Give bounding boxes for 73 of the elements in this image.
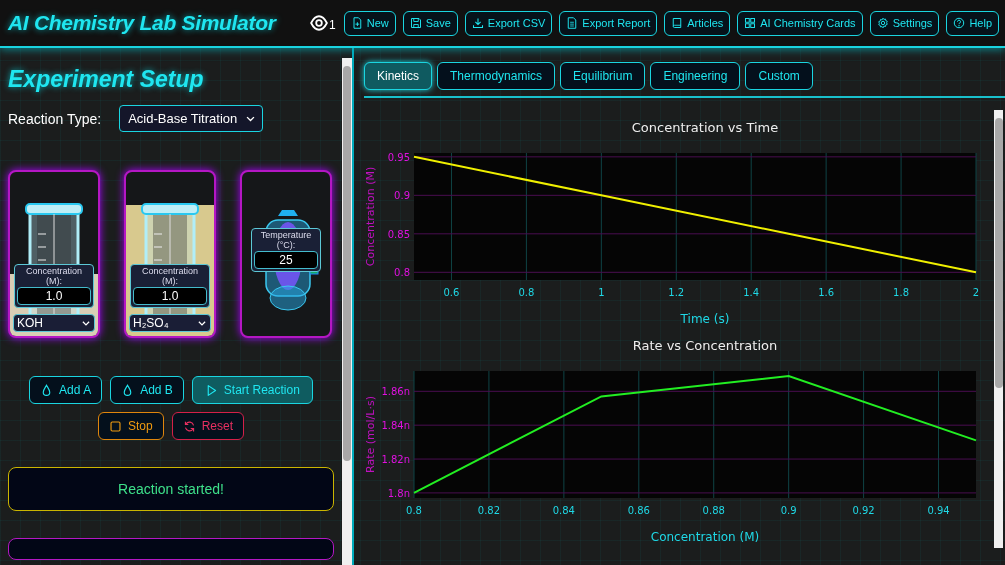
start-button[interactable]: Start Reaction	[191, 376, 313, 404]
app-title: AI Chemistry Lab Simulator	[8, 11, 278, 35]
chevron-down-icon	[197, 318, 207, 328]
x-tick-label: 1.6	[818, 287, 835, 298]
y-tick-label: 0.95	[387, 151, 410, 163]
x-tick-label: 2	[972, 287, 980, 298]
articles-button[interactable]: Articles	[664, 10, 731, 36]
book-icon	[671, 17, 684, 29]
x-tick-label: 1	[598, 287, 605, 298]
y-tick-label: 1.84n	[381, 420, 410, 432]
y-tick-label: 1.8n	[387, 487, 410, 499]
document-icon	[566, 17, 579, 29]
chevron-down-icon	[81, 318, 91, 328]
x-tick-label: 0.88	[702, 505, 725, 516]
file-plus-icon	[350, 17, 363, 29]
concentration-field[interactable]: Concentration (M): 1.0	[14, 264, 94, 308]
square-icon	[108, 419, 122, 433]
y-tick-label: 0.8	[394, 267, 410, 279]
y-tick-label: 0.85	[387, 228, 410, 240]
new-button[interactable]: New	[343, 10, 396, 36]
export-report-button[interactable]: Export Report	[559, 10, 658, 36]
help-button[interactable]: Help	[946, 10, 999, 36]
reagent-select[interactable]: H₂SO₄	[129, 314, 211, 332]
settings-icon	[876, 17, 889, 29]
x-tick-label: 0.82	[477, 505, 501, 516]
refresh-icon	[182, 419, 196, 433]
chart-title: Rate vs Concentration	[632, 338, 778, 353]
save-button[interactable]: Save	[402, 10, 458, 36]
x-tick-label: 0.6	[443, 287, 460, 298]
stop-button[interactable]: Stop	[97, 412, 164, 440]
cards-button[interactable]: AI Chemistry Cards	[737, 10, 863, 36]
download-icon	[471, 17, 484, 29]
viewer-count: 1	[329, 18, 336, 32]
tab[interactable]: Equilibrium	[560, 62, 646, 90]
x-axis-label: Concentration (M)	[650, 530, 760, 544]
y-axis-label: Concentration (M)	[364, 166, 377, 267]
x-tick-label: 0.84	[552, 505, 575, 516]
grid-icon	[744, 17, 757, 29]
x-tick-label: 0.94	[927, 505, 950, 516]
x-tick-label: 1.4	[743, 287, 760, 298]
scrollbar[interactable]	[342, 58, 352, 565]
temperature-field[interactable]: Temperature (°C): 25	[251, 228, 321, 272]
tab[interactable]: Engineering	[650, 62, 741, 90]
x-tick-label: 0.8	[406, 505, 422, 516]
x-tick-label: 1.8	[893, 287, 909, 298]
status-message: Reaction started!	[8, 467, 334, 511]
x-tick-label: 0.9	[780, 505, 797, 516]
settings-button[interactable]: Settings	[869, 10, 940, 36]
tab[interactable]: Kinetics	[364, 62, 433, 90]
field-label: Reaction Type:	[8, 110, 102, 127]
x-tick-label: 0.86	[627, 505, 650, 516]
reaction-type-select[interactable]: Acid-Base Titration	[119, 105, 264, 132]
concentration-field[interactable]: Concentration (M): 1.0	[130, 264, 210, 308]
x-axis-label: Time (s)	[680, 312, 730, 326]
chart-title: Concentration vs Time	[631, 120, 779, 135]
y-axis-label: Rate (mol/L·s)	[364, 396, 377, 473]
scrollbar[interactable]	[994, 110, 1003, 548]
reagent-select[interactable]: KOH	[13, 314, 95, 332]
y-tick-label: 0.9	[394, 190, 410, 202]
section-heading: Experiment Setup	[8, 66, 205, 93]
y-tick-label: 1.86n	[381, 386, 410, 398]
tab[interactable]: Thermodynamics	[437, 62, 556, 90]
tab[interactable]: Custom	[745, 62, 813, 90]
x-tick-label: 0.92	[852, 505, 875, 516]
reset-button[interactable]: Reset	[171, 412, 244, 440]
add-button[interactable]: Add B	[110, 376, 184, 404]
export-csv-button[interactable]: Export CSV	[464, 10, 553, 36]
help-icon	[953, 17, 966, 29]
add-button[interactable]: Add A	[29, 376, 103, 404]
y-tick-label: 1.82n	[381, 454, 410, 466]
x-tick-label: 0.8	[518, 287, 535, 298]
eye-icon	[310, 14, 329, 32]
x-tick-label: 1.2	[668, 287, 685, 298]
